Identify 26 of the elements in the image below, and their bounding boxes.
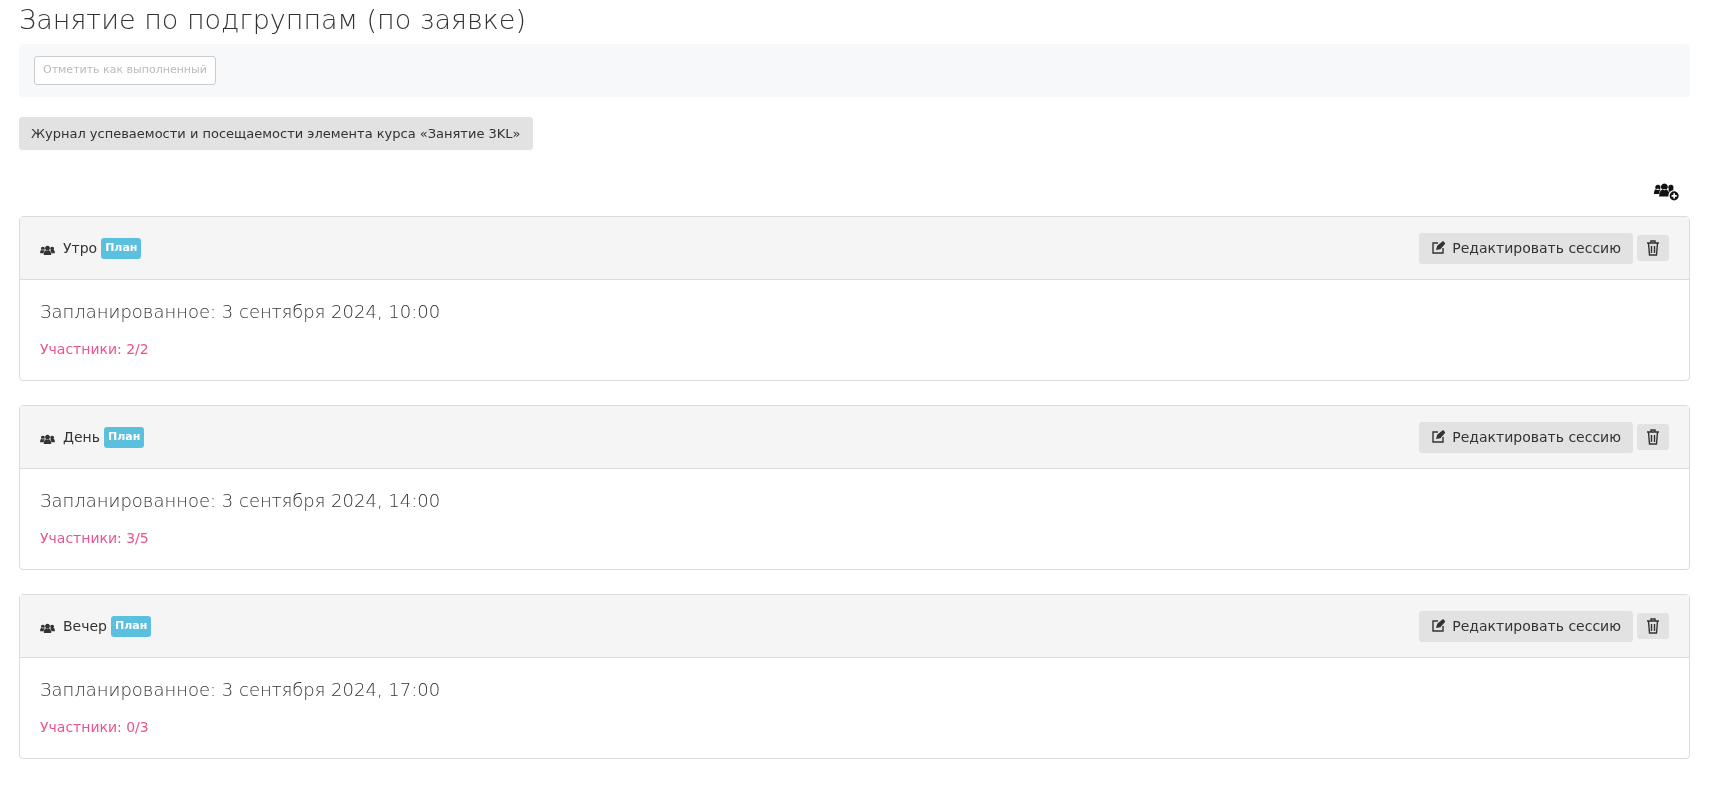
delete-button[interactable]	[1637, 235, 1669, 262]
participants-count: Участники: 3/5	[40, 529, 150, 549]
status-badge: План	[103, 427, 145, 448]
edit-icon	[1431, 430, 1446, 445]
status-badge: План	[101, 238, 142, 259]
session-name: Утро	[63, 238, 98, 258]
journal-button[interactable]: Журнал успеваемости и посещаемости элемента курса «Занятие 3KL»	[19, 116, 533, 151]
scheduled-time: Запланированное: 3 сентября 2024, 17:00	[40, 678, 442, 703]
scheduled-time: Запланированное: 3 сентября 2024, 14:00	[40, 489, 442, 514]
edit-icon	[1431, 241, 1446, 256]
edit-session-button[interactable]: Редактировать сессию	[1419, 421, 1633, 453]
trash-icon	[1646, 618, 1660, 635]
edit-session-button[interactable]: Редактировать сессию	[1419, 232, 1633, 264]
delete-button[interactable]	[1637, 613, 1669, 640]
trash-icon	[1646, 240, 1660, 257]
edit-icon	[1431, 619, 1446, 634]
page-title: Занятие по подгруппам (по заявке)	[19, 4, 527, 37]
participants-count: Участники: 0/3	[40, 718, 150, 738]
edit-session-button[interactable]: Редактировать сессию	[1419, 610, 1633, 642]
delete-button[interactable]	[1637, 424, 1669, 451]
session-name: Вечер	[63, 616, 107, 636]
session-name: День	[63, 427, 100, 447]
trash-icon	[1646, 429, 1660, 446]
scheduled-time: Запланированное: 3 сентября 2024, 10:00	[40, 300, 442, 325]
participants-count: Участники: 2/2	[40, 340, 150, 360]
status-badge: План	[111, 616, 152, 637]
